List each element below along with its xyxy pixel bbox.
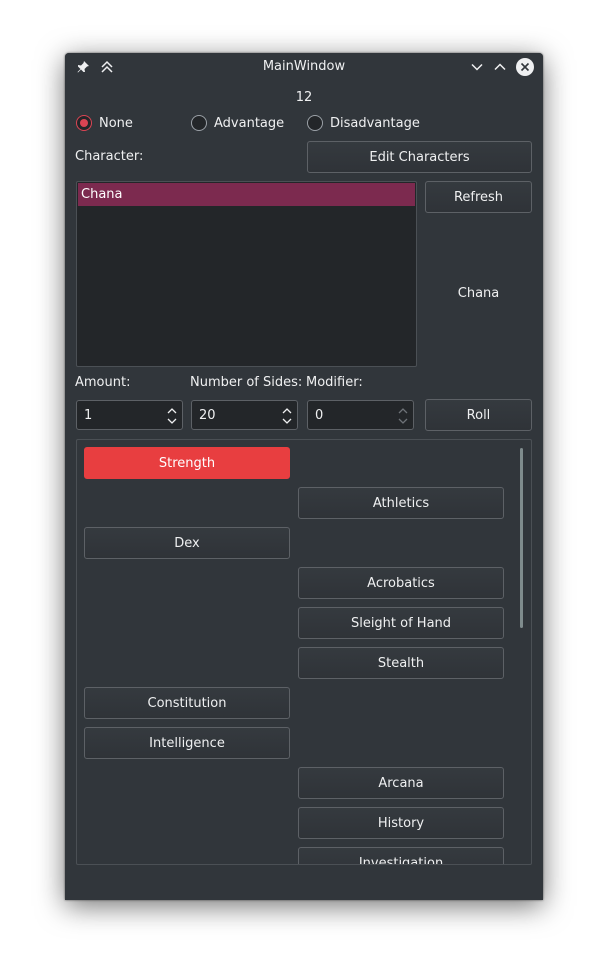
- amount-label: Amount:: [75, 375, 131, 390]
- radio-indicator-advantage[interactable]: [191, 115, 207, 131]
- sides-label: Number of Sides:: [190, 375, 303, 390]
- character-list[interactable]: Chana: [76, 181, 417, 367]
- roll-result-label: 12: [295, 90, 313, 105]
- radio-label-none: None: [99, 115, 133, 131]
- title-bar[interactable]: MainWindow: [65, 53, 543, 81]
- sides-spinbox[interactable]: 20: [191, 400, 298, 430]
- skill-button-dex[interactable]: Dex: [84, 527, 290, 559]
- skill-button-history[interactable]: History: [298, 807, 504, 839]
- spin-arrows-icon[interactable]: [166, 405, 178, 427]
- radio-none[interactable]: None: [76, 114, 133, 132]
- minimize-icon[interactable]: [468, 58, 486, 76]
- skill-button-strength[interactable]: Strength: [84, 447, 290, 479]
- skill-button-constitution[interactable]: Constitution: [84, 687, 290, 719]
- modifier-value: 0: [315, 408, 324, 423]
- skill-button-acrobatics[interactable]: Acrobatics: [298, 567, 504, 599]
- refresh-button[interactable]: Refresh: [425, 181, 532, 213]
- vertical-scrollbar[interactable]: [520, 448, 523, 628]
- skill-button-arcana[interactable]: Arcana: [298, 767, 504, 799]
- radio-disadvantage[interactable]: Disadvantage: [307, 114, 420, 132]
- skill-button-athletics[interactable]: Athletics: [298, 487, 504, 519]
- spin-arrows-icon[interactable]: [281, 405, 293, 427]
- maximize-icon[interactable]: [491, 58, 509, 76]
- amount-value: 1: [84, 408, 93, 423]
- skill-button-investigation[interactable]: Investigation: [298, 847, 504, 864]
- radio-label-disadvantage: Disadvantage: [330, 115, 420, 131]
- main-window: MainWindow 12 None Advantage Disadvantag…: [65, 53, 543, 900]
- sides-value: 20: [199, 408, 216, 423]
- modifier-label: Modifier:: [306, 375, 363, 390]
- skill-button-stealth[interactable]: Stealth: [298, 647, 504, 679]
- roll-button[interactable]: Roll: [425, 399, 532, 431]
- modifier-spinbox[interactable]: 0: [307, 400, 414, 430]
- radio-indicator-disadvantage[interactable]: [307, 115, 323, 131]
- spin-arrows-icon[interactable]: [397, 405, 409, 427]
- skills-scroll-area[interactable]: Strength Athletics Dex Acrobatics Sleigh…: [76, 439, 532, 865]
- close-icon[interactable]: [515, 57, 535, 77]
- amount-spinbox[interactable]: 1: [76, 400, 183, 430]
- radio-label-advantage: Advantage: [214, 115, 285, 131]
- skill-button-sleight-of-hand[interactable]: Sleight of Hand: [298, 607, 504, 639]
- selected-character-name: Chana: [457, 286, 500, 301]
- radio-advantage[interactable]: Advantage: [191, 114, 284, 132]
- edit-characters-button[interactable]: Edit Characters: [307, 141, 532, 173]
- skill-button-intelligence[interactable]: Intelligence: [84, 727, 290, 759]
- character-label: Character:: [75, 149, 144, 164]
- list-item[interactable]: Chana: [78, 183, 415, 206]
- radio-indicator-none[interactable]: [76, 115, 92, 131]
